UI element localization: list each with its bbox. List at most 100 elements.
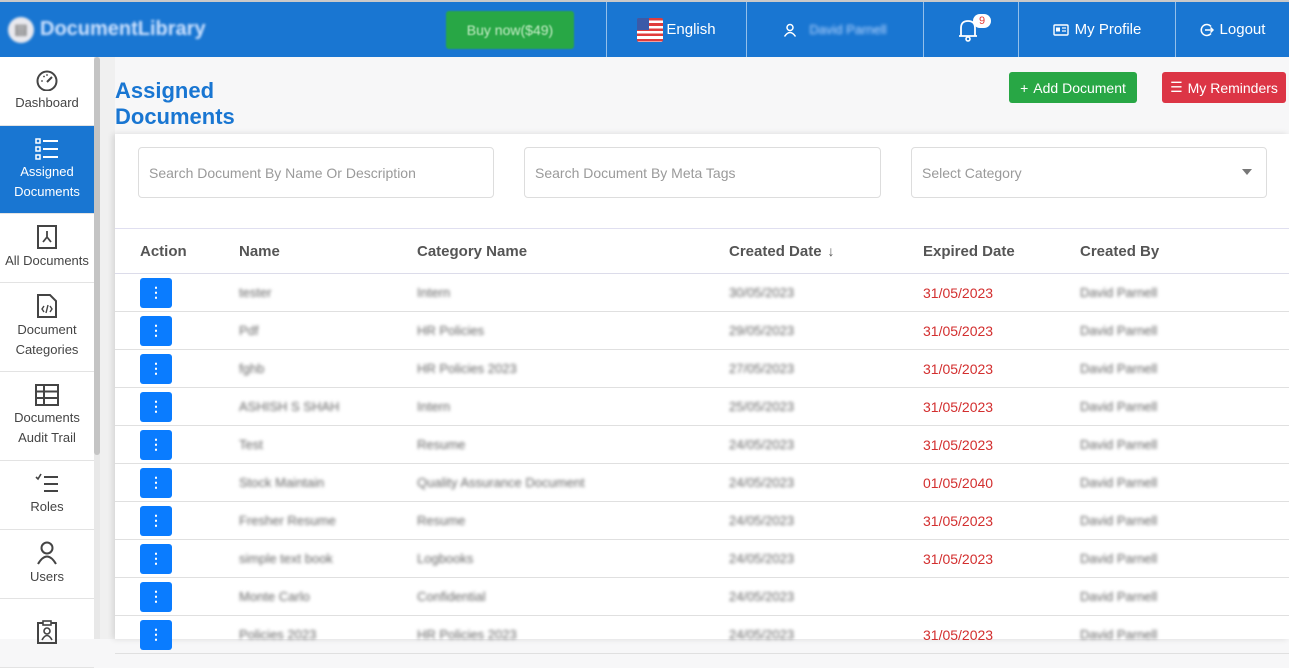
table-icon	[35, 384, 59, 406]
sidebar-item-users[interactable]: Users	[0, 530, 94, 599]
page-title: Assigned Documents	[115, 78, 324, 141]
sidebar-item-documents-audit-trail[interactable]: Documents Audit Trail	[0, 372, 94, 461]
user-icon	[784, 23, 797, 37]
table-row: ⋮ Fresher Resume Resume 24/05/2023 31/05/202…	[115, 502, 1289, 540]
cell-category: HR Policies 2023	[417, 627, 517, 642]
sidebar-item-document-categories[interactable]: Document Categories	[0, 283, 94, 372]
cell-created-date: 24/05/2023	[729, 475, 795, 490]
cell-created-date: 24/05/2023	[729, 551, 795, 566]
row-action-menu-button[interactable]: ⋮	[140, 619, 172, 650]
clipboard-user-icon	[37, 620, 57, 644]
speedometer-icon	[36, 70, 58, 91]
more-vertical-icon: ⋮	[149, 588, 163, 604]
column-header-name[interactable]: Name	[239, 243, 417, 260]
language-selector[interactable]: English	[606, 2, 746, 57]
sidebar-item-all-documents[interactable]: All Documents	[0, 214, 94, 283]
search-meta-tags-input[interactable]: Search Document By Meta Tags	[524, 147, 881, 198]
sidebar: Dashboard Assigned Documents All Documen…	[0, 57, 94, 668]
list-icon	[35, 137, 58, 160]
chevron-down-icon	[1242, 169, 1252, 175]
sidebar-item-label: Dashboard	[15, 95, 79, 110]
sidebar-item-clipboard[interactable]	[0, 599, 94, 668]
documents-table: Action Name Category Name Created Date ↓ …	[115, 228, 1289, 654]
top-navbar: ▤ DocumentLibrary Buy now($49) English D…	[0, 0, 1289, 57]
sidebar-item-label: Roles	[30, 499, 64, 514]
cell-created-by: David Parnell	[1080, 551, 1158, 566]
cell-expired-date: 31/05/2023	[923, 284, 994, 301]
more-vertical-icon: ⋮	[149, 284, 163, 300]
cell-created-by: David Parnell	[1080, 475, 1158, 490]
cell-expired-date: 31/05/2023	[923, 626, 994, 643]
cell-created-by: David Parnell	[1080, 285, 1158, 300]
cell-name: simple text book	[239, 551, 333, 566]
column-header-created-by[interactable]: Created By	[1080, 243, 1230, 260]
category-select[interactable]: Select Category	[911, 147, 1267, 198]
sidebar-item-roles[interactable]: Roles	[0, 461, 94, 530]
cell-created-date: 24/05/2023	[729, 437, 795, 452]
cell-created-date: 29/05/2023	[729, 323, 795, 338]
row-action-menu-button[interactable]: ⋮	[140, 505, 172, 536]
logo-icon: ▤	[8, 16, 34, 43]
row-action-menu-button[interactable]: ⋮	[140, 277, 172, 308]
row-action-menu-button[interactable]: ⋮	[140, 315, 172, 346]
row-action-menu-button[interactable]: ⋮	[140, 581, 172, 612]
sidebar-item-assigned-documents[interactable]: Assigned Documents	[0, 126, 94, 214]
us-flag-icon	[637, 17, 664, 42]
row-action-menu-button[interactable]: ⋮	[140, 543, 172, 574]
cell-name: Pdf	[239, 323, 259, 338]
search-name-placeholder: Search Document By Name Or Description	[149, 164, 416, 181]
search-meta-placeholder: Search Document By Meta Tags	[535, 164, 736, 181]
add-document-button[interactable]: + Add Document	[1009, 72, 1137, 103]
my-reminders-button[interactable]: ☰ My Reminders	[1162, 72, 1286, 103]
sidebar-item-dashboard[interactable]: Dashboard	[0, 57, 94, 126]
column-header-expired-date[interactable]: Expired Date	[923, 243, 1080, 260]
column-header-category[interactable]: Category Name	[417, 243, 729, 260]
row-action-menu-button[interactable]: ⋮	[140, 429, 172, 460]
cell-name: Stock Maintain	[239, 475, 325, 490]
cell-name: tester	[239, 285, 272, 300]
cell-created-date: 24/05/2023	[729, 589, 795, 604]
filter-bar: Search Document By Name Or Description S…	[115, 134, 1289, 228]
cell-expired-date: 31/05/2023	[923, 322, 994, 339]
sort-down-icon: ↓	[827, 242, 835, 259]
more-vertical-icon: ⋮	[149, 322, 163, 338]
category-placeholder: Select Category	[922, 164, 1022, 181]
logout-label: Logout	[1219, 21, 1266, 38]
cell-category: Quality Assurance Document	[417, 475, 585, 490]
table-row: ⋮ tester Intern 30/05/2023 31/05/2023 David P…	[115, 274, 1289, 312]
table-row: ⋮ simple text book Logbooks 24/05/2023 31/05…	[115, 540, 1289, 578]
buy-now-button[interactable]: Buy now($49)	[446, 10, 574, 49]
cell-created-by: David Parnell	[1080, 361, 1158, 376]
my-reminders-label: My Reminders	[1187, 79, 1278, 96]
checklist-icon	[35, 473, 58, 492]
created-date-label: Created Date	[729, 242, 822, 260]
notifications-button[interactable]: 9	[923, 2, 1018, 57]
search-name-input[interactable]: Search Document By Name Or Description	[138, 147, 494, 198]
column-header-created-date[interactable]: Created Date ↓	[729, 243, 923, 260]
add-document-label: Add Document	[1033, 79, 1126, 96]
documents-card: Search Document By Name Or Description S…	[115, 134, 1289, 654]
app-logo[interactable]: ▤ DocumentLibrary	[0, 2, 230, 57]
row-action-menu-button[interactable]: ⋮	[140, 391, 172, 422]
cell-name: Monte Carlo	[239, 589, 310, 604]
cell-created-by: David Parnell	[1080, 437, 1158, 452]
cell-name: Fresher Resume	[239, 513, 336, 528]
user-menu[interactable]: David Parnell	[746, 2, 923, 57]
sidebar-item-label: Users	[30, 569, 64, 584]
table-body: ⋮ tester Intern 30/05/2023 31/05/2023 David P…	[115, 274, 1289, 654]
cell-created-date: 27/05/2023	[729, 361, 795, 376]
code-file-icon	[37, 294, 57, 318]
cell-created-date: 24/05/2023	[729, 627, 795, 642]
row-action-menu-button[interactable]: ⋮	[140, 353, 172, 384]
cell-category: HR Policies 2023	[417, 361, 517, 376]
cell-expired-date: 31/05/2023	[923, 398, 994, 415]
user-icon	[37, 541, 57, 565]
cell-category: Confidential	[417, 589, 486, 604]
cell-created-by: David Parnell	[1080, 399, 1158, 414]
logout-icon	[1200, 23, 1214, 36]
user-name: David Parnell	[809, 22, 887, 37]
logout-link[interactable]: Logout	[1175, 2, 1289, 57]
my-profile-link[interactable]: My Profile	[1018, 2, 1175, 57]
more-vertical-icon: ⋮	[149, 436, 163, 452]
row-action-menu-button[interactable]: ⋮	[140, 467, 172, 498]
